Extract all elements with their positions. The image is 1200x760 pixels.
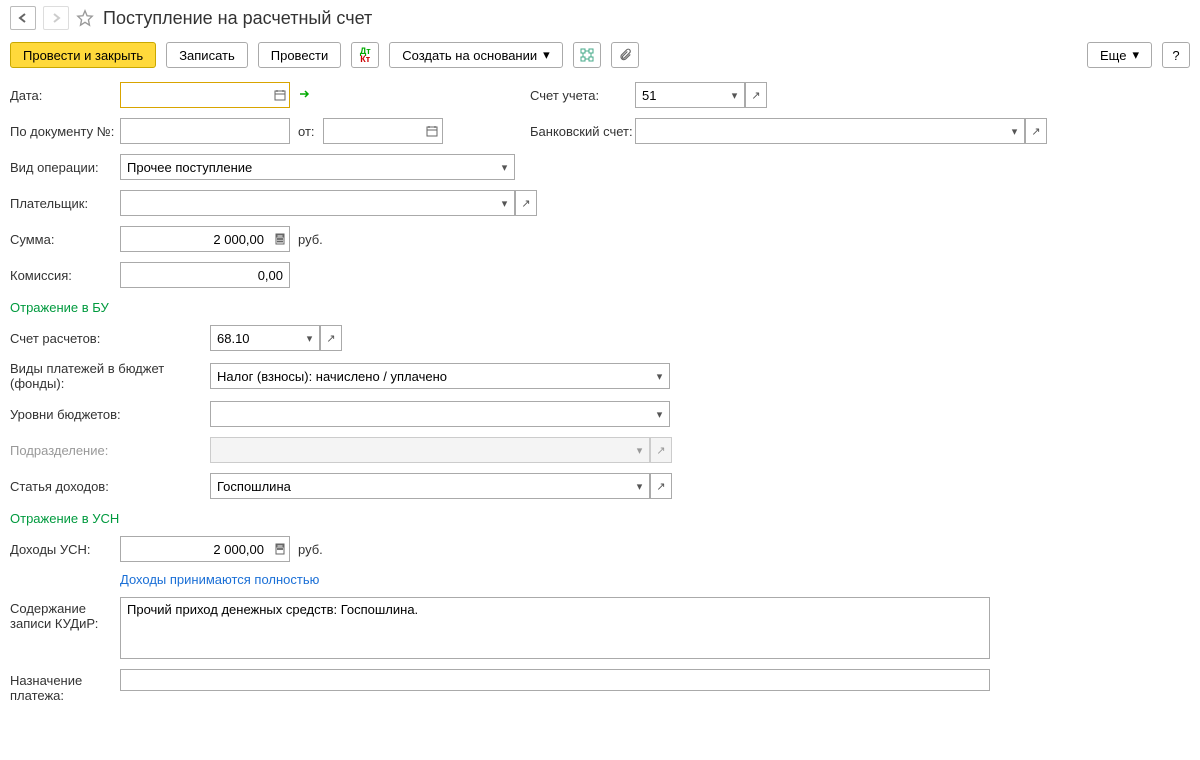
dropdown-icon: ▾ [630,437,650,463]
commission-input[interactable] [120,262,290,288]
create-based-on-label: Создать на основании [402,48,537,63]
payer-input[interactable] [120,190,495,216]
calculator-icon[interactable] [270,226,290,252]
dropdown-caret-icon: ▾ [1132,47,1139,63]
open-ref-icon[interactable]: ↗ [650,473,672,499]
dropdown-icon[interactable]: ▾ [725,82,745,108]
dropdown-icon[interactable]: ▾ [1005,118,1025,144]
nav-back-button[interactable] [10,6,36,30]
section-bu-header: Отражение в БУ [10,300,1190,315]
budget-levels-label: Уровни бюджетов: [10,407,210,422]
income-item-input[interactable] [210,473,630,499]
sum-input[interactable] [120,226,270,252]
commission-label: Комиссия: [10,268,120,283]
department-label: Подразделение: [10,443,210,458]
payer-label: Плательщик: [10,196,120,211]
department-input [210,437,630,463]
more-button[interactable]: Еще ▾ [1087,42,1152,68]
more-label: Еще [1100,48,1126,63]
account-of-record-label: Счет учета: [530,88,635,103]
structure-button[interactable] [573,42,601,68]
dropdown-icon[interactable]: ▾ [495,190,515,216]
date-label: Дата: [10,88,120,103]
kudir-content-label: Содержание записи КУДиР: [10,597,120,631]
budget-payment-types-input[interactable] [210,363,650,389]
settlement-account-input[interactable] [210,325,300,351]
income-item-label: Статья доходов: [10,479,210,494]
operation-type-input[interactable] [120,154,495,180]
calendar-icon[interactable] [270,82,290,108]
currency-label: руб. [298,232,323,247]
income-fully-accepted-link[interactable]: Доходы принимаются полностью [120,572,319,587]
nav-forward-button[interactable] [43,6,69,30]
budget-payment-types-label: Виды платежей в бюджет (фонды): [10,361,210,391]
dropdown-icon[interactable]: ▾ [630,473,650,499]
doc-number-label: По документу №: [10,124,120,139]
currency-label: руб. [298,542,323,557]
dtkt-button[interactable]: ДтКт [351,42,379,68]
payment-purpose-textarea[interactable] [120,669,990,691]
dropdown-icon[interactable]: ▾ [300,325,320,351]
bank-account-input[interactable] [635,118,1005,144]
dropdown-caret-icon: ▾ [543,47,550,63]
post-and-close-button[interactable]: Провести и закрыть [10,42,156,68]
write-button[interactable]: Записать [166,42,248,68]
window-title: Поступление на расчетный счет [103,8,372,29]
calendar-icon[interactable] [423,118,443,144]
kudir-content-textarea[interactable] [120,597,990,659]
doc-from-label: от: [298,124,315,139]
usn-income-label: Доходы УСН: [10,542,120,557]
dropdown-icon[interactable]: ▾ [650,401,670,427]
calculator-icon[interactable] [270,536,290,562]
doc-from-date-input[interactable] [323,118,423,144]
usn-income-input[interactable] [120,536,270,562]
section-usn-header: Отражение в УСН [10,511,1190,526]
bank-account-label: Банковский счет: [530,124,635,139]
post-button[interactable]: Провести [258,42,342,68]
open-ref-icon[interactable]: ↗ [320,325,342,351]
open-ref-icon[interactable]: ↗ [515,190,537,216]
budget-levels-input[interactable] [210,401,650,427]
open-ref-icon[interactable]: ↗ [1025,118,1047,144]
settlement-account-label: Счет расчетов: [10,331,210,346]
open-ref-icon: ↗ [650,437,672,463]
doc-number-input[interactable] [120,118,290,144]
account-of-record-input[interactable] [635,82,725,108]
dropdown-icon[interactable]: ▾ [650,363,670,389]
favorite-star-icon[interactable] [76,9,94,27]
dropdown-icon[interactable]: ▾ [495,154,515,180]
operation-type-label: Вид операции: [10,160,120,175]
create-based-on-button[interactable]: Создать на основании ▾ [389,42,562,68]
attachments-button[interactable] [611,42,639,68]
payment-purpose-label: Назначение платежа: [10,669,120,703]
date-input[interactable] [120,82,270,108]
open-ref-icon[interactable]: ↗ [745,82,767,108]
help-button[interactable]: ? [1162,42,1190,68]
sum-label: Сумма: [10,232,120,247]
date-arrow-icon[interactable] [298,87,312,104]
